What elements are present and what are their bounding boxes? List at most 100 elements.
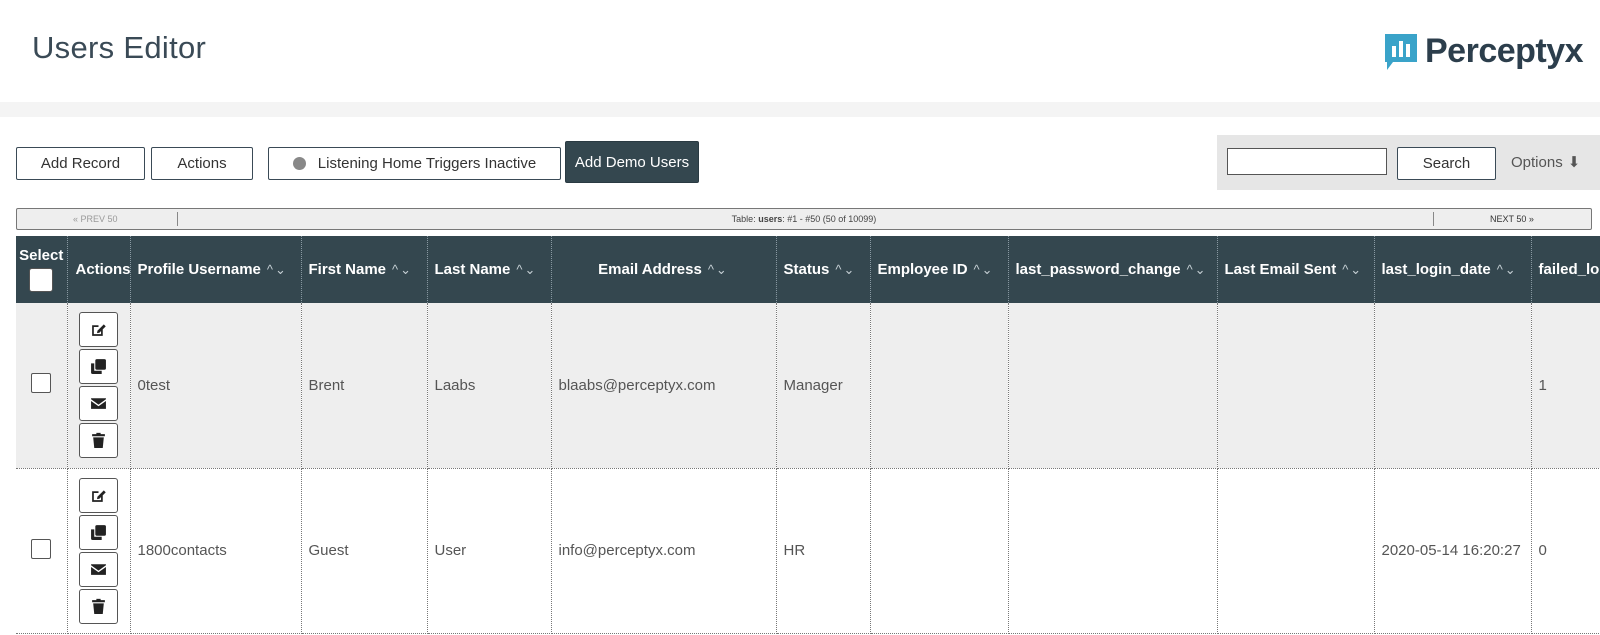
column-header-label: last_login_date — [1381, 261, 1491, 278]
email-cell: blaabs@perceptyx.com — [551, 303, 777, 469]
copy-icon — [91, 359, 106, 375]
column-header-label: Last Name — [434, 261, 511, 278]
status-dot-icon — [292, 157, 306, 170]
column-header-last-password-change[interactable]: last_password_change ^⌄ — [1008, 236, 1218, 303]
last-email-sent-cell — [1217, 468, 1375, 634]
column-header-select: Select — [16, 236, 68, 303]
failed-logins-cell: 1 — [1531, 303, 1600, 469]
next-page-link[interactable]: NEXT 50 » — [1490, 214, 1534, 224]
column-header-label: failed_lo — [1538, 261, 1600, 278]
pager-info-prefix: Table: — [731, 214, 759, 224]
trash-icon — [92, 598, 105, 614]
last-password-change-cell — [1008, 468, 1218, 634]
email-cell: info@perceptyx.com — [551, 468, 777, 634]
column-header-label: Select — [19, 247, 64, 264]
table-header-row: Select Actions Profile Username ^⌄ First … — [16, 236, 1600, 303]
options-label: Options — [1511, 153, 1563, 171]
perceptyx-logo[interactable]: Perceptyx — [1383, 30, 1584, 72]
column-header-last-login-date[interactable]: last_login_date ^⌄ — [1374, 236, 1532, 303]
pager-info-table: users — [758, 214, 783, 224]
listening-triggers-button[interactable]: Listening Home Triggers Inactive — [268, 147, 561, 180]
actions-cell — [67, 468, 131, 634]
column-header-status[interactable]: Status ^⌄ — [776, 236, 871, 303]
search-input[interactable] — [1227, 148, 1387, 175]
status-cell: HR — [776, 468, 871, 634]
sort-arrows-icon[interactable]: ^⌄ — [708, 262, 729, 277]
last-name-cell: User — [427, 468, 552, 634]
sort-arrows-icon[interactable]: ^⌄ — [267, 262, 288, 277]
envelope-icon — [91, 563, 106, 575]
column-header-last-email-sent[interactable]: Last Email Sent ^⌄ — [1217, 236, 1375, 303]
users-table-container: Select Actions Profile Username ^⌄ First … — [16, 236, 1600, 635]
sort-arrows-icon[interactable]: ^⌄ — [1187, 262, 1208, 277]
last-name-cell: Laabs — [427, 303, 552, 469]
sort-arrows-icon[interactable]: ^⌄ — [1497, 262, 1518, 277]
sort-arrows-icon[interactable]: ^⌄ — [516, 262, 537, 277]
row-checkbox[interactable] — [31, 373, 52, 394]
column-header-failed-logins[interactable]: failed_lo — [1531, 236, 1600, 303]
email-button[interactable] — [79, 386, 118, 422]
row-checkbox[interactable] — [31, 538, 52, 559]
column-header-label: Profile Username — [137, 261, 261, 278]
first-name-cell: Brent — [301, 303, 428, 469]
employee-id-cell — [870, 468, 1009, 634]
column-header-label: last_password_change — [1015, 261, 1181, 278]
pagination-bar: « PREV 50 Table: users: #1 - #50 (50 of … — [16, 208, 1592, 230]
options-toggle[interactable]: Options ⬇ — [1511, 153, 1580, 172]
column-header-label: Employee ID — [877, 261, 968, 278]
envelope-icon — [91, 398, 106, 410]
add-record-button[interactable]: Add Record — [16, 147, 145, 180]
column-header-label: Status — [783, 261, 830, 278]
sort-arrows-icon[interactable]: ^⌄ — [974, 262, 995, 277]
employee-id-cell — [870, 303, 1009, 469]
users-table: Select Actions Profile Username ^⌄ First … — [16, 236, 1600, 634]
last-login-date-cell — [1374, 303, 1532, 469]
edit-icon — [92, 324, 106, 337]
pager-divider — [1433, 212, 1434, 226]
edit-button[interactable] — [79, 312, 118, 348]
header-divider — [0, 102, 1600, 117]
page-title: Users Editor — [32, 30, 207, 65]
page-header: Users Editor Perceptyx — [0, 0, 1600, 102]
column-header-first-name[interactable]: First Name ^⌄ — [301, 236, 428, 303]
column-header-profile-username[interactable]: Profile Username ^⌄ — [130, 236, 302, 303]
delete-button[interactable] — [79, 423, 118, 459]
column-header-label: First Name — [308, 261, 387, 278]
table-row: 1800contacts Guest User info@perceptyx.c… — [16, 468, 1600, 634]
add-demo-users-button[interactable]: Add Demo Users — [565, 141, 699, 183]
listening-triggers-label: Listening Home Triggers Inactive — [317, 155, 537, 172]
actions-button[interactable]: Actions — [151, 147, 253, 180]
select-cell — [16, 303, 68, 469]
column-header-email[interactable]: Email Address ^⌄ — [551, 236, 777, 303]
last-login-date-cell: 2020-05-14 16:20:27 — [1374, 468, 1532, 634]
copy-icon — [91, 524, 106, 540]
email-button[interactable] — [79, 551, 118, 587]
copy-button[interactable] — [79, 349, 118, 385]
first-name-cell: Guest — [301, 468, 428, 634]
pager-info: Table: users: #1 - #50 (50 of 10099) — [17, 214, 1591, 224]
select-cell — [16, 468, 68, 634]
logo-chart-icon — [1383, 32, 1419, 70]
failed-logins-cell: 0 — [1531, 468, 1600, 634]
sort-arrows-icon[interactable]: ^⌄ — [392, 262, 413, 277]
sort-arrows-icon[interactable]: ^⌄ — [835, 262, 856, 277]
actions-cell — [67, 303, 131, 469]
trash-icon — [92, 433, 105, 449]
select-all-checkbox[interactable] — [29, 268, 54, 292]
column-header-employee-id[interactable]: Employee ID ^⌄ — [870, 236, 1009, 303]
status-cell: Manager — [776, 303, 871, 469]
delete-button[interactable] — [79, 588, 118, 624]
sort-arrows-icon[interactable]: ^⌄ — [1342, 262, 1363, 277]
column-header-last-name[interactable]: Last Name ^⌄ — [427, 236, 552, 303]
column-header-label: Last Email Sent — [1224, 261, 1337, 278]
column-header-label: Email Address — [598, 261, 702, 278]
search-panel: Search Options ⬇ — [1217, 135, 1600, 190]
last-email-sent-cell — [1217, 303, 1375, 469]
search-button[interactable]: Search — [1397, 147, 1496, 180]
copy-button[interactable] — [79, 514, 118, 550]
username-cell: 1800contacts — [130, 468, 302, 634]
username-cell: 0test — [130, 303, 302, 469]
edit-button[interactable] — [79, 477, 118, 513]
last-password-change-cell — [1008, 303, 1218, 469]
logo-text: Perceptyx — [1425, 31, 1584, 70]
